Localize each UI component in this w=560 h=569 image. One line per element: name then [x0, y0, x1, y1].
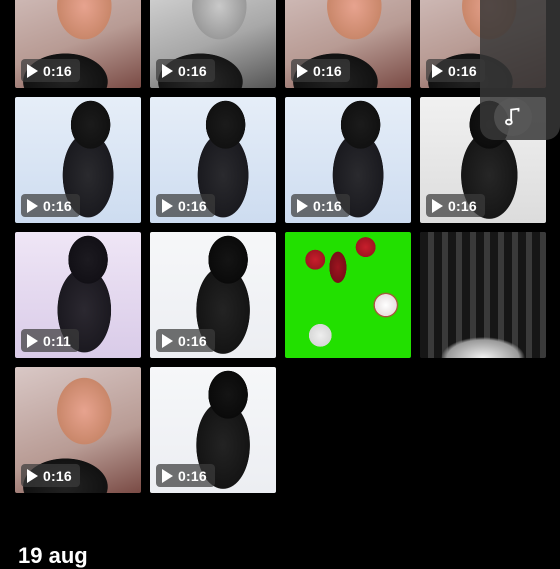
video-duration: 0:16	[43, 62, 72, 79]
play-icon	[297, 63, 308, 78]
section-date: 19 aug	[18, 543, 88, 568]
duration-badge: 0:11	[21, 329, 80, 352]
duration-badge: 0:16	[21, 59, 80, 82]
play-icon	[297, 198, 308, 213]
music-note-icon	[505, 107, 520, 126]
video-duration: 0:16	[448, 197, 477, 214]
play-icon	[162, 198, 173, 213]
duration-badge: 0:16	[426, 59, 485, 82]
video-thumbnail[interactable]	[420, 232, 546, 358]
video-grid: 0:16 0:16 0:16 0:16 0:16 0:16 0:16 0:16 0:11 0:16…	[0, 0, 560, 500]
duration-badge: 0:16	[156, 59, 215, 82]
duration-badge: 0:16	[291, 59, 350, 82]
video-thumbnail[interactable]: 0:16	[150, 367, 276, 493]
video-thumbnail[interactable]: 0:16	[150, 232, 276, 358]
thumbnail-image	[285, 232, 411, 358]
video-duration: 0:16	[43, 197, 72, 214]
video-duration: 0:16	[313, 62, 342, 79]
video-duration: 0:16	[178, 467, 207, 484]
video-thumbnail[interactable]: 0:16	[150, 97, 276, 223]
play-icon	[432, 63, 443, 78]
play-icon	[432, 198, 443, 213]
video-thumbnail[interactable]: 0:16	[15, 367, 141, 493]
play-icon	[27, 63, 38, 78]
video-thumbnail[interactable]: 0:16	[15, 0, 141, 88]
video-thumbnail[interactable]: 0:11	[15, 232, 141, 358]
video-duration: 0:16	[313, 197, 342, 214]
video-duration: 0:11	[43, 332, 72, 349]
play-icon	[162, 468, 173, 483]
duration-badge: 0:16	[291, 194, 350, 217]
duration-badge: 0:16	[21, 194, 80, 217]
video-duration: 0:16	[178, 197, 207, 214]
video-thumbnail[interactable]: 0:16	[285, 97, 411, 223]
duration-badge: 0:16	[156, 464, 215, 487]
play-icon	[27, 198, 38, 213]
video-thumbnail[interactable]	[285, 232, 411, 358]
video-duration: 0:16	[178, 332, 207, 349]
play-icon	[162, 333, 173, 348]
video-thumbnail[interactable]: 0:16	[285, 0, 411, 88]
video-duration: 0:16	[448, 62, 477, 79]
duration-badge: 0:16	[426, 194, 485, 217]
thumbnail-image	[420, 232, 546, 358]
video-thumbnail[interactable]: 0:16	[15, 97, 141, 223]
play-icon	[162, 63, 173, 78]
video-thumbnail[interactable]: 0:16	[150, 0, 276, 88]
play-icon	[27, 333, 38, 348]
video-duration: 0:16	[178, 62, 207, 79]
duration-badge: 0:16	[21, 464, 80, 487]
play-icon	[27, 468, 38, 483]
music-button[interactable]	[494, 98, 532, 136]
video-duration: 0:16	[43, 467, 72, 484]
duration-badge: 0:16	[156, 329, 215, 352]
duration-badge: 0:16	[156, 194, 215, 217]
